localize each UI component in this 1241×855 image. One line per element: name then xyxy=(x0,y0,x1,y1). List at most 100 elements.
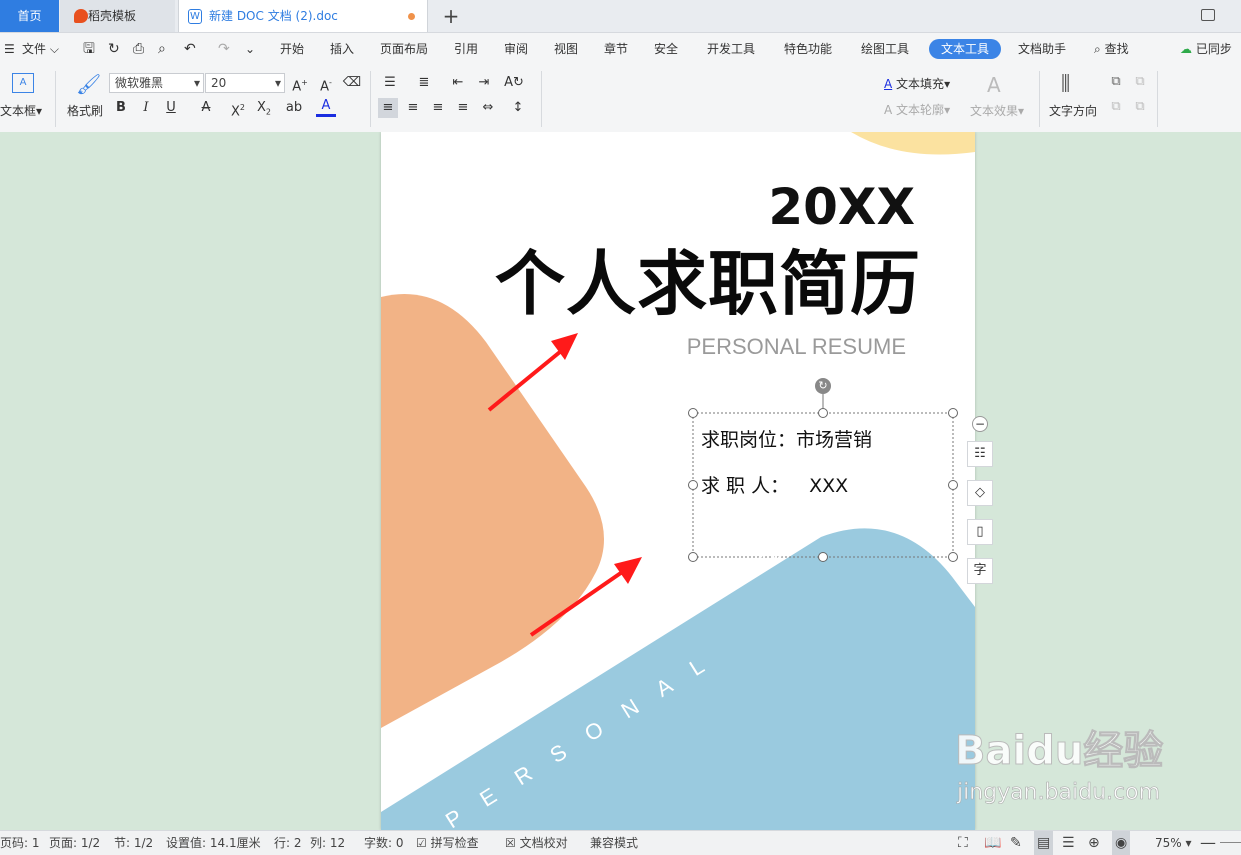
resize-handle-s[interactable] xyxy=(818,552,828,562)
text-rotate-icon[interactable]: A↻ xyxy=(504,73,524,93)
textbox-link-icon[interactable]: ⧉ xyxy=(1106,72,1126,92)
zoom-level[interactable]: 75% ▾ xyxy=(1155,831,1192,855)
rotate-handle-icon[interactable]: ↻ xyxy=(815,378,831,394)
shape-fill-icon[interactable]: ◇ xyxy=(967,480,993,506)
menu-developer[interactable]: 开发工具 xyxy=(707,33,755,65)
subscript-icon[interactable]: X2 xyxy=(254,98,274,118)
text-outline-icon: A xyxy=(884,103,893,117)
format-painter-icon[interactable]: 🖌 xyxy=(76,72,101,96)
tab-home[interactable]: 首页 xyxy=(0,0,59,32)
bullet-list-icon[interactable]: ☰ xyxy=(380,73,400,93)
resize-handle-nw[interactable] xyxy=(688,408,698,418)
export-icon[interactable]: ↻ xyxy=(108,33,120,65)
align-right-icon[interactable]: ≡ xyxy=(428,98,448,118)
menu-start[interactable]: 开始 xyxy=(280,33,304,65)
numbered-list-icon[interactable]: ≣ xyxy=(414,73,434,93)
textbox-line-position[interactable]: 求职岗位：市场营销 xyxy=(701,428,872,452)
undo-icon[interactable]: ↶ xyxy=(184,33,196,65)
zoom-out-icon[interactable]: — xyxy=(1200,831,1216,855)
window-layout-icon[interactable] xyxy=(1201,9,1215,21)
font-name-select[interactable]: 微软雅黑 ▾ xyxy=(109,73,204,93)
layout-options-icon[interactable]: ☷ xyxy=(967,441,993,467)
menu-doc-assistant[interactable]: 文档助手 xyxy=(1018,33,1066,65)
textbox-button[interactable]: 文本框▾ xyxy=(0,102,42,119)
hamburger-icon[interactable]: ☰ xyxy=(4,33,15,65)
textbox-next-icon[interactable]: ⧉ xyxy=(1130,97,1150,117)
resize-handle-w[interactable] xyxy=(688,480,698,490)
resize-handle-ne[interactable] xyxy=(948,408,958,418)
page-view-icon[interactable]: ▤ xyxy=(1034,831,1054,855)
font-size-select[interactable]: 20 ▾ xyxy=(205,73,285,93)
menu-page-layout[interactable]: 页面布局 xyxy=(380,33,428,65)
menu-review[interactable]: 审阅 xyxy=(504,33,528,65)
resize-handle-sw[interactable] xyxy=(688,552,698,562)
grow-font-icon[interactable]: A+ xyxy=(290,73,310,94)
sync-status[interactable]: ☁ 已同步 xyxy=(1180,33,1232,65)
menu-view[interactable]: 视图 xyxy=(554,33,578,65)
status-word-count[interactable]: 字数: 0 xyxy=(364,831,404,855)
decrease-indent-icon[interactable]: ⇤ xyxy=(448,73,468,93)
text-effect-button[interactable]: 文本效果▾ xyxy=(970,102,1024,119)
edit-pen-icon[interactable]: ✎ xyxy=(1010,831,1022,855)
redo-icon[interactable]: ↷ xyxy=(218,33,230,65)
menu-chapter[interactable]: 章节 xyxy=(604,33,628,65)
line-spacing-icon[interactable]: ↕ xyxy=(508,98,528,118)
text-outline-button[interactable]: A 文本轮廓▾ xyxy=(884,101,950,118)
text-effect-icon[interactable]: A xyxy=(987,73,1001,97)
text-wrap-icon[interactable]: 字 xyxy=(967,558,993,584)
collapse-minus-icon[interactable]: − xyxy=(972,416,988,432)
eye-protection-icon[interactable]: ◉ xyxy=(1112,831,1131,855)
align-center-icon[interactable]: ≡ xyxy=(403,98,423,118)
distributed-align-icon[interactable]: ⇔ xyxy=(478,98,498,118)
quick-access-more-icon[interactable]: ⌄ xyxy=(245,33,255,65)
justify-icon[interactable]: ≡ xyxy=(453,98,473,118)
textbox-unlink-icon[interactable]: ⧉ xyxy=(1130,72,1150,92)
new-tab-plus-icon[interactable]: + xyxy=(440,0,462,32)
status-setting: 设置值: 14.1厘米 xyxy=(166,836,261,850)
superscript-icon[interactable]: X2 xyxy=(228,98,248,119)
search-label: 查找 xyxy=(1104,42,1129,56)
fullscreen-icon[interactable]: ⛶ xyxy=(958,831,968,855)
font-color-icon[interactable]: A xyxy=(316,98,336,117)
zoom-slider[interactable] xyxy=(1220,842,1241,843)
text-direction-button[interactable]: 文字方向 xyxy=(1049,102,1097,119)
strikethrough-icon[interactable]: A xyxy=(196,98,216,118)
text-direction-icon[interactable]: ⫼ xyxy=(1061,71,1070,95)
menu-file[interactable]: 文件 ⌵ xyxy=(22,33,59,65)
bold-button[interactable]: B xyxy=(111,98,131,118)
resize-handle-se[interactable] xyxy=(948,552,958,562)
format-painter-button[interactable]: 格式刷 xyxy=(67,102,103,119)
italic-button[interactable]: I xyxy=(136,98,156,118)
menu-references[interactable]: 引用 xyxy=(454,33,478,65)
menu-insert[interactable]: 插入 xyxy=(330,33,354,65)
textbox-line-applicant[interactable]: 求 职 人： XXX xyxy=(701,474,848,498)
outline-view-icon[interactable]: ☰ xyxy=(1062,831,1075,855)
resize-handle-e[interactable] xyxy=(948,480,958,490)
menu-features[interactable]: 特色功能 xyxy=(784,33,832,65)
shrink-font-icon[interactable]: A- xyxy=(316,73,336,94)
reading-view-icon[interactable]: 📖 xyxy=(984,831,1001,855)
underline-button[interactable]: U xyxy=(161,98,181,118)
align-left-icon[interactable]: ≡ xyxy=(378,98,398,118)
resize-handle-n[interactable] xyxy=(818,408,828,418)
textbox-icon[interactable]: A xyxy=(12,73,34,93)
save-icon[interactable]: 🖫 xyxy=(83,33,95,65)
web-view-icon[interactable]: ⊕ xyxy=(1088,831,1100,855)
print-icon[interactable]: ⎙ xyxy=(133,33,144,65)
tab-document[interactable]: 新建 DOC 文档 (2).doc xyxy=(178,0,428,32)
print-preview-icon[interactable]: ⌕ xyxy=(158,33,166,65)
spell-check-button[interactable]: ☑ 拼写检查 xyxy=(416,831,479,855)
increase-indent-icon[interactable]: ⇥ xyxy=(474,73,494,93)
shape-outline-icon[interactable]: ▯ xyxy=(967,519,993,545)
status-pages[interactable]: 页面: 1/2 xyxy=(49,831,100,855)
text-fill-button[interactable]: A 文本填充▾ xyxy=(884,75,950,92)
textbox-prev-icon[interactable]: ⧉ xyxy=(1106,97,1126,117)
doc-proof-button[interactable]: ☒ 文档校对 xyxy=(505,831,568,855)
menu-drawing-tools[interactable]: 绘图工具 xyxy=(861,33,909,65)
menu-text-tools[interactable]: 文本工具 xyxy=(929,39,1002,59)
clear-format-eraser-icon[interactable]: ⌫ xyxy=(342,73,362,93)
menu-search[interactable]: ⌕ 查找 xyxy=(1094,33,1129,65)
phonetic-guide-icon[interactable]: ab xyxy=(284,98,304,118)
menu-security[interactable]: 安全 xyxy=(654,33,678,65)
document-page[interactable]: 20XX 个人求职简历 PERSONAL RESUME 求职岗位：市场营销 求 … xyxy=(381,132,975,830)
